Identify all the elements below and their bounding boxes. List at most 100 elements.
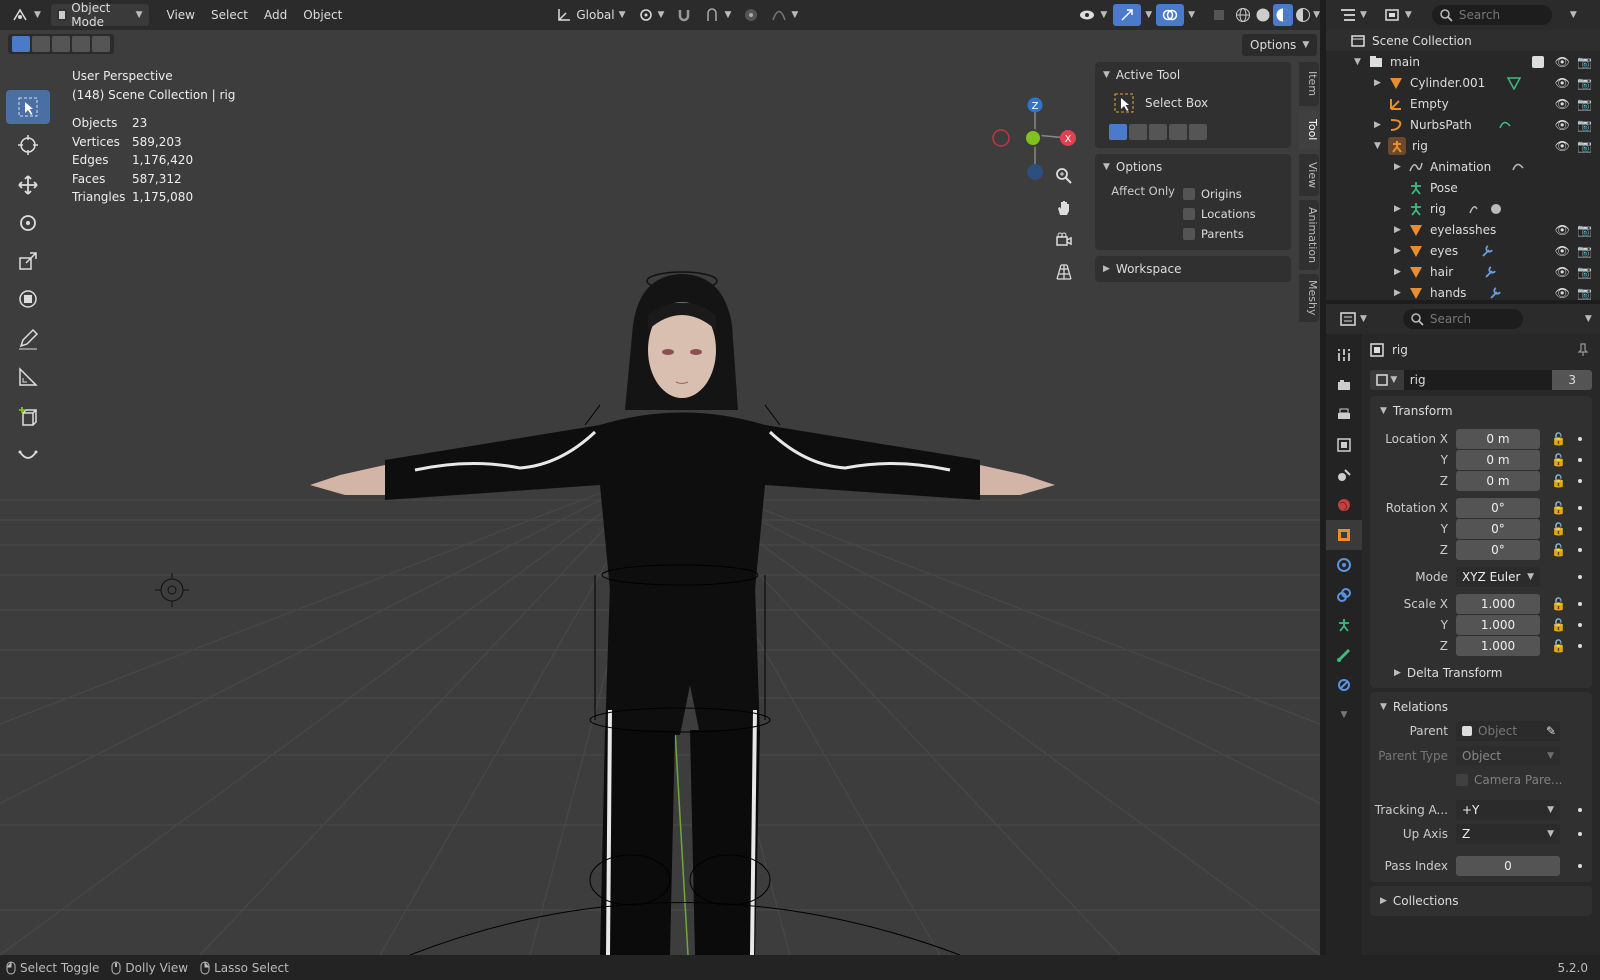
- outliner-row-nurbspath[interactable]: ▶ NurbsPath 👁 📷: [1326, 114, 1600, 135]
- action-icon[interactable]: [1511, 160, 1525, 174]
- datablock-browse[interactable]: ▼: [1370, 370, 1404, 390]
- eye-icon[interactable]: 👁: [1555, 286, 1570, 300]
- scale-x-field[interactable]: 1.000: [1456, 593, 1540, 614]
- outliner-row-animation[interactable]: ▶ Animation: [1326, 156, 1600, 177]
- mode-invert-button[interactable]: [1169, 124, 1187, 140]
- datablock-name-field[interactable]: rig: [1403, 370, 1553, 390]
- scale-y-field[interactable]: 1.000: [1456, 614, 1540, 635]
- tab-view[interactable]: View: [1299, 154, 1319, 196]
- up-axis-dropdown[interactable]: Z ▼: [1456, 824, 1560, 844]
- workspace-panel[interactable]: ▶ Workspace: [1095, 256, 1291, 282]
- properties-options-dropdown[interactable]: ▼: [1579, 308, 1598, 330]
- select-new-button[interactable]: [12, 36, 30, 52]
- scale-z-field[interactable]: 1.000: [1456, 635, 1540, 656]
- overlays-toggle[interactable]: [1156, 4, 1185, 26]
- origins-checkbox[interactable]: Origins: [1183, 184, 1256, 204]
- keyframe-dot[interactable]: [1578, 622, 1582, 627]
- tool-measure[interactable]: [6, 360, 50, 394]
- gizmo-x-label[interactable]: X: [1065, 134, 1072, 145]
- eye-icon[interactable]: 👁: [1555, 97, 1570, 111]
- shading-wireframe[interactable]: [1233, 4, 1253, 26]
- exclude-checkbox[interactable]: [1532, 55, 1544, 68]
- tab-meshy[interactable]: Meshy: [1299, 274, 1319, 322]
- tab-object[interactable]: [1326, 520, 1362, 550]
- pass-index-field[interactable]: 0: [1456, 856, 1560, 876]
- modifier-wrench-icon[interactable]: [1480, 244, 1494, 258]
- outliner-root-row[interactable]: Scene Collection: [1326, 30, 1600, 51]
- outliner-row-cylinder[interactable]: ▶ Cylinder.001 👁 📷: [1326, 72, 1600, 93]
- keyframe-dot[interactable]: [1578, 457, 1582, 462]
- orientation-dropdown[interactable]: Global ▼: [550, 4, 631, 26]
- pivot-dropdown[interactable]: ▼: [632, 4, 671, 26]
- lock-icon[interactable]: 🔓: [1551, 474, 1566, 488]
- editor-type-button[interactable]: ▼: [6, 4, 47, 26]
- tool-select-box[interactable]: [6, 90, 50, 124]
- shading-rendered[interactable]: [1293, 4, 1313, 26]
- constraint-icon[interactable]: [1488, 201, 1504, 217]
- menu-view[interactable]: View: [159, 8, 203, 22]
- outliner-editor-type[interactable]: ▼: [1334, 4, 1373, 26]
- mode-intersect-button[interactable]: [1189, 124, 1207, 140]
- camera-view-button[interactable]: [1052, 224, 1076, 256]
- mode-dropdown[interactable]: Object Mode ▼: [50, 1, 149, 29]
- relations-header[interactable]: ▼ Relations: [1370, 696, 1592, 718]
- parent-type-dropdown[interactable]: Object ▼: [1456, 746, 1560, 766]
- menu-select[interactable]: Select: [203, 8, 256, 22]
- tab-bone[interactable]: [1326, 640, 1362, 670]
- keyframe-dot[interactable]: [1578, 832, 1582, 836]
- gizmo-z-label[interactable]: Z: [1032, 101, 1039, 112]
- display-mode-dropdown[interactable]: ▼: [1379, 4, 1418, 26]
- outliner-search-input[interactable]: Search: [1431, 5, 1552, 25]
- select-intersect-button[interactable]: [92, 36, 110, 52]
- menu-object[interactable]: Object: [295, 8, 350, 22]
- mesh-data-icon[interactable]: [1507, 76, 1522, 90]
- tab-constraints[interactable]: [1326, 580, 1362, 610]
- camera-icon[interactable]: 📷: [1577, 118, 1592, 132]
- options-dropdown[interactable]: Options ▼: [1242, 34, 1318, 56]
- outliner-row-eyes[interactable]: ▶ eyes 👁 📷: [1326, 240, 1600, 261]
- shading-solid[interactable]: [1253, 4, 1273, 26]
- gizmo-toggle[interactable]: [1113, 4, 1142, 26]
- outliner-row-main[interactable]: ▼ main 👁 📷: [1326, 51, 1600, 72]
- camera-icon[interactable]: 📷: [1577, 97, 1592, 111]
- mode-subtract-button[interactable]: [1149, 124, 1167, 140]
- modifier-wrench-icon[interactable]: [1488, 286, 1502, 300]
- tool-add-cube[interactable]: [6, 400, 50, 434]
- tool-scale[interactable]: [6, 244, 50, 278]
- keyframe-dot[interactable]: [1578, 808, 1582, 812]
- tab-bone-constraints[interactable]: [1326, 670, 1362, 700]
- camera-icon[interactable]: 📷: [1577, 139, 1592, 153]
- keyframe-dot[interactable]: [1578, 526, 1582, 531]
- pan-button[interactable]: [1052, 192, 1076, 224]
- keyframe-dot[interactable]: [1578, 864, 1582, 868]
- tab-physics[interactable]: [1326, 550, 1362, 580]
- tool-curve[interactable]: [6, 438, 50, 472]
- tool-transform[interactable]: [6, 282, 50, 316]
- filter-dropdown[interactable]: ▼: [1564, 4, 1583, 26]
- outliner-row-eyelashes[interactable]: ▶ eyelasshes 👁 📷: [1326, 219, 1600, 240]
- tool-annotate[interactable]: [6, 322, 50, 356]
- select-invert-button[interactable]: [72, 36, 90, 52]
- delta-transform-header[interactable]: ▶ Delta Transform: [1370, 662, 1592, 684]
- falloff-dropdown[interactable]: ▼: [765, 4, 804, 26]
- parent-field[interactable]: Object ✎: [1456, 721, 1560, 741]
- outliner-row-hair[interactable]: ▶ hair 👁 📷: [1326, 261, 1600, 282]
- properties-search-input[interactable]: Search: [1402, 309, 1523, 329]
- keyframe-dot[interactable]: [1578, 643, 1582, 648]
- outliner-row-rig[interactable]: ▼ rig 👁 📷: [1326, 135, 1600, 156]
- lock-icon[interactable]: 🔓: [1551, 618, 1566, 632]
- rotation-y-field[interactable]: 0°: [1456, 518, 1540, 539]
- outliner-row-rig-data[interactable]: ▶ rig: [1326, 198, 1600, 219]
- location-z-field[interactable]: 0 m: [1456, 470, 1540, 491]
- tab-item[interactable]: Item: [1299, 62, 1319, 106]
- tab-animation[interactable]: Animation: [1299, 200, 1319, 270]
- lock-icon[interactable]: 🔓: [1551, 543, 1566, 557]
- menu-add[interactable]: Add: [256, 8, 295, 22]
- keyframe-dot[interactable]: [1578, 436, 1582, 441]
- active-tool-header[interactable]: ▼ Active Tool: [1103, 68, 1283, 82]
- eyedropper-icon[interactable]: ✎: [1546, 724, 1556, 738]
- camera-icon[interactable]: 📷: [1577, 286, 1592, 300]
- eye-icon[interactable]: 👁: [1555, 55, 1570, 69]
- tool-rotate[interactable]: [6, 206, 50, 240]
- camera-icon[interactable]: 📷: [1577, 223, 1592, 237]
